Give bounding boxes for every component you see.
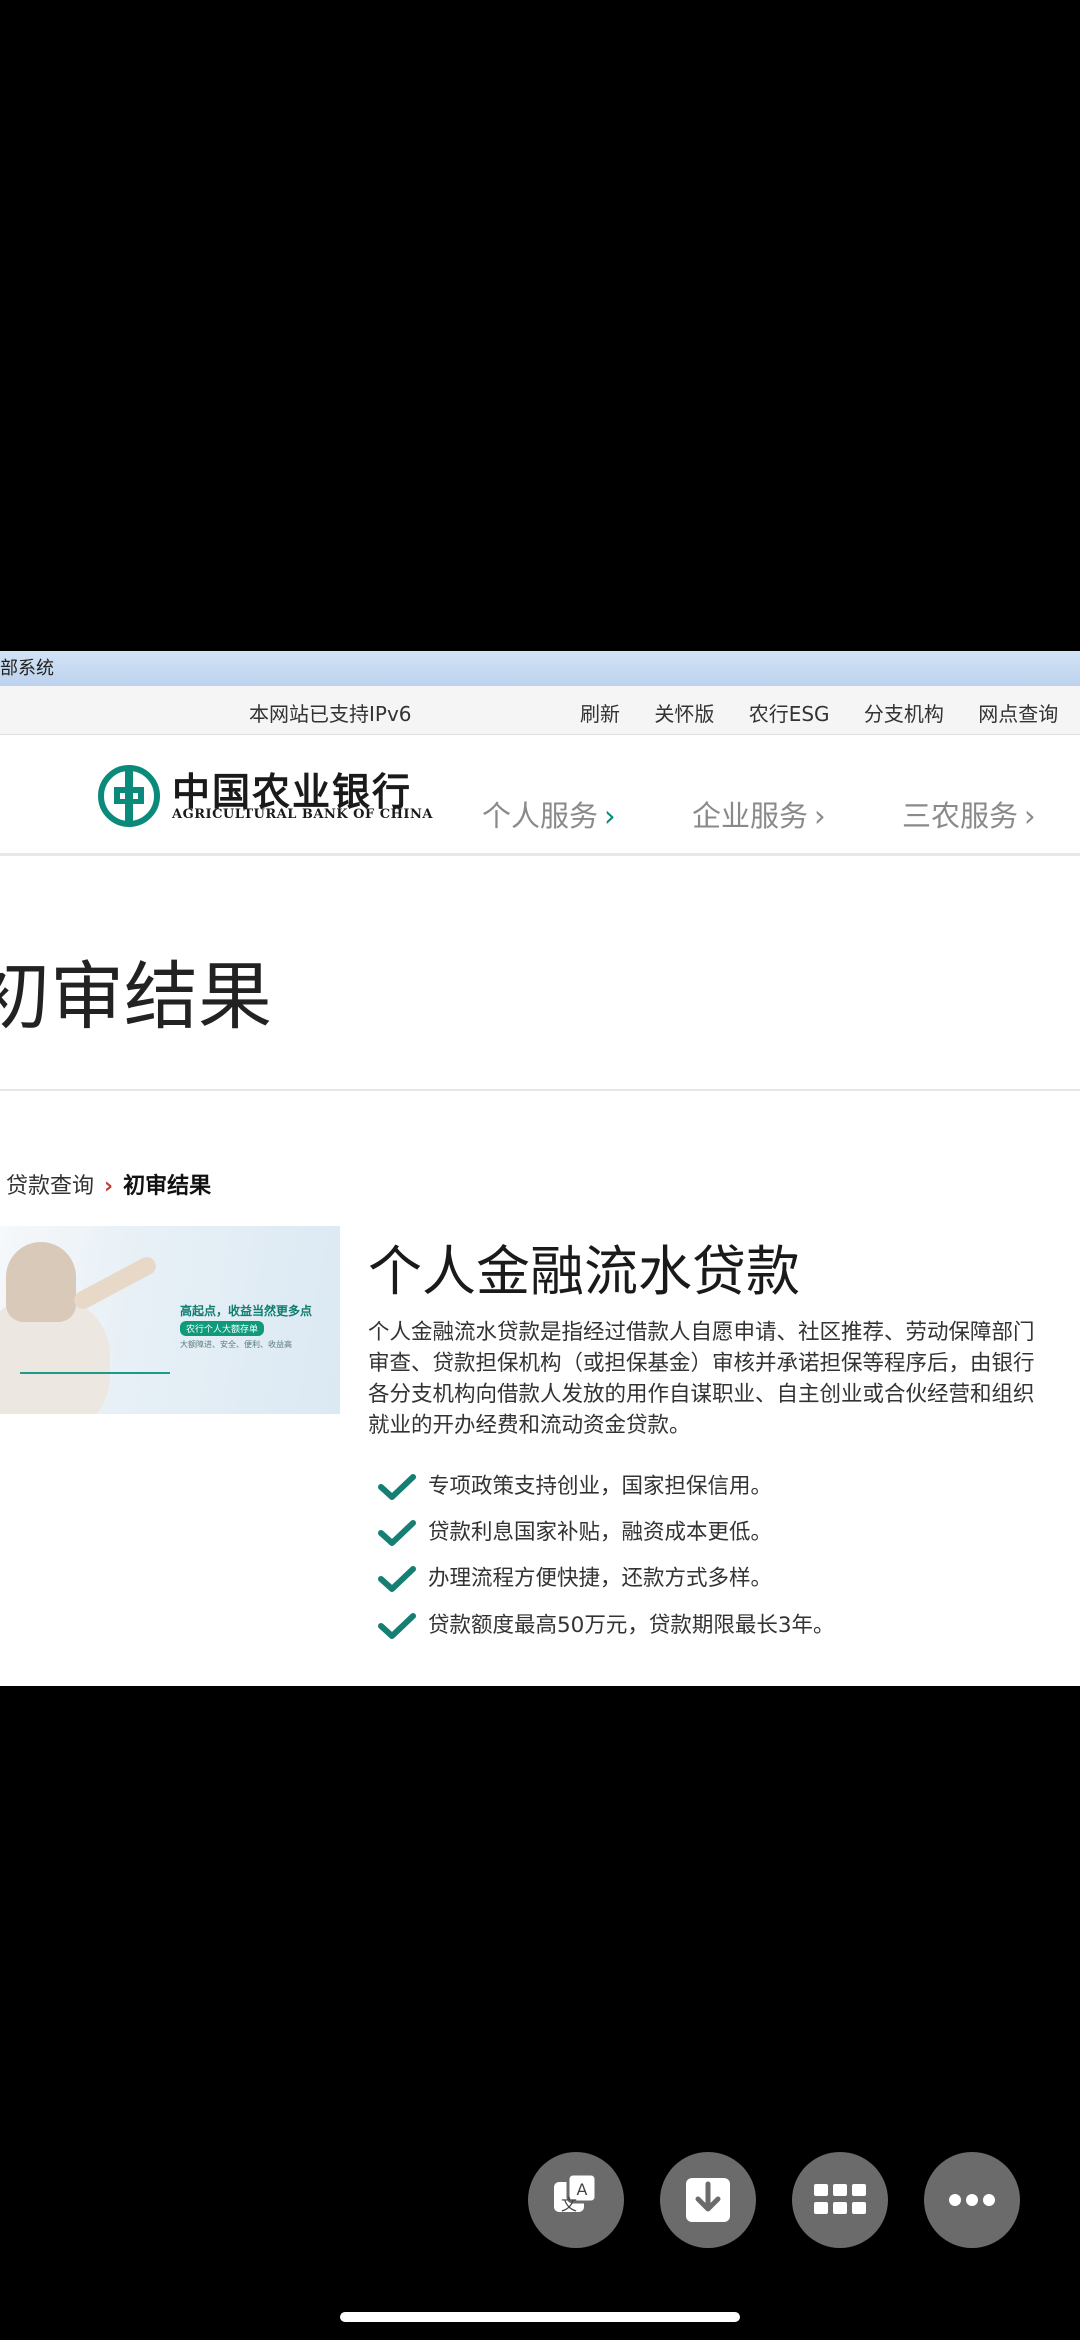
link-esg[interactable]: 农行ESG bbox=[749, 702, 830, 726]
download-icon bbox=[686, 2178, 730, 2222]
nav-agriculture-label: 三农服务 bbox=[902, 799, 1019, 833]
link-outlet-search[interactable]: 网点查询 bbox=[978, 702, 1058, 726]
more-button[interactable] bbox=[924, 2152, 1020, 2248]
link-branches[interactable]: 分支机构 bbox=[864, 702, 944, 726]
feature-text: 贷款利息国家补贴，融资成本更低。 bbox=[428, 1520, 773, 1545]
checkmark-icon bbox=[378, 1566, 416, 1592]
nav-personal-label: 个人服务 bbox=[482, 799, 599, 833]
apps-button[interactable] bbox=[792, 2152, 888, 2248]
feature-item: 专项政策支持创业，国家担保信用。 bbox=[378, 1469, 772, 1501]
description-line: 审查、贷款担保机构（或担保基金）审核并承诺担保等程序后，由银行 bbox=[368, 1351, 1035, 1376]
banner-caption: 大额障进、安全、便利、收益高 bbox=[180, 1340, 292, 1349]
chevron-right-icon: › bbox=[814, 799, 826, 833]
product-description: 个人金融流水贷款是指经过借款人自愿申请、社区推荐、劳动保障部门 审查、贷款担保机… bbox=[368, 1317, 1080, 1441]
checkmark-icon bbox=[378, 1520, 416, 1546]
top-links: 刷新 关怀版 农行ESG 分支机构 网点查询 在线 bbox=[580, 698, 1080, 727]
svg-text:A: A bbox=[577, 2180, 588, 2199]
feature-item: 贷款利息国家补贴，融资成本更低。 bbox=[378, 1515, 772, 1547]
translate-icon: A 文 bbox=[554, 2172, 598, 2214]
feature-item: 办理流程方便快捷，还款方式多样。 bbox=[378, 1561, 772, 1593]
ipv6-notice: 本网站已支持IPv6 bbox=[249, 702, 412, 726]
window-titlebar: 部系统 bbox=[0, 651, 1080, 686]
download-button[interactable] bbox=[660, 2152, 756, 2248]
feature-text: 办理流程方便快捷，还款方式多样。 bbox=[428, 1566, 773, 1591]
more-icon bbox=[949, 2194, 995, 2206]
feature-item: 贷款额度最高50万元，贷款期限最长3年。 bbox=[378, 1608, 835, 1640]
link-refresh[interactable]: 刷新 bbox=[580, 702, 620, 726]
checkmark-icon bbox=[378, 1474, 416, 1500]
grid-icon bbox=[814, 2184, 866, 2214]
description-line: 个人金融流水贷款是指经过借款人自愿申请、社区推荐、劳动保障部门 bbox=[368, 1320, 1035, 1345]
top-utility-bar: 本网站已支持IPv6 刷新 关怀版 农行ESG 分支机构 网点查询 在线 bbox=[0, 686, 1080, 735]
description-line: 各分支机构向借款人发放的用作自谋职业、自主创业或合伙经营和组织 bbox=[368, 1382, 1035, 1407]
breadcrumb-prev[interactable]: 贷款查询 bbox=[6, 1174, 94, 1199]
site-header: 中国农业银行 AGRICULTURAL BANK OF CHINA 个人服务 › … bbox=[0, 735, 1080, 856]
banner-line bbox=[20, 1372, 170, 1374]
chevron-right-icon: › bbox=[604, 799, 616, 833]
feature-text: 贷款额度最高50万元，贷款期限最长3年。 bbox=[428, 1613, 835, 1638]
home-indicator[interactable] bbox=[340, 2312, 740, 2322]
checkmark-icon bbox=[378, 1613, 416, 1639]
description-line: 就业的开办经费和流动资金贷款。 bbox=[368, 1413, 691, 1438]
banner-child-figure bbox=[6, 1242, 76, 1322]
webpage-screenshot: 部系统 本网站已支持IPv6 刷新 关怀版 农行ESG 分支机构 网点查询 在线… bbox=[0, 651, 1080, 1686]
nav-business[interactable]: 企业服务 › bbox=[692, 793, 826, 835]
product-title: 个人金融流水贷款 bbox=[368, 1240, 800, 1303]
brand-name-en: AGRICULTURAL BANK OF CHINA bbox=[172, 807, 433, 822]
feature-text: 专项政策支持创业，国家担保信用。 bbox=[428, 1474, 773, 1499]
promo-banner-image: 高起点，收益当然更多点 农行个人大额存单 大额障进、安全、便利、收益高 bbox=[0, 1226, 340, 1414]
banner-arm-figure bbox=[71, 1253, 159, 1313]
page-title: 初审结果 bbox=[0, 954, 272, 1040]
svg-text:文: 文 bbox=[561, 2195, 577, 2214]
window-title: 部系统 bbox=[0, 658, 54, 679]
banner-pill: 农行个人大额存单 bbox=[180, 1321, 265, 1336]
chevron-right-icon: › bbox=[1024, 799, 1036, 833]
nav-business-label: 企业服务 bbox=[692, 799, 809, 833]
breadcrumb-separator: › bbox=[104, 1174, 114, 1199]
nav-personal[interactable]: 个人服务 › bbox=[482, 793, 616, 835]
divider bbox=[0, 1089, 1080, 1091]
abc-logo-icon[interactable] bbox=[98, 765, 160, 827]
translate-button[interactable]: A 文 bbox=[528, 2152, 624, 2248]
link-care-mode[interactable]: 关怀版 bbox=[654, 702, 714, 726]
breadcrumb-current: 初审结果 bbox=[123, 1174, 212, 1199]
nav-agriculture[interactable]: 三农服务 › bbox=[902, 793, 1036, 835]
banner-headline: 高起点，收益当然更多点 bbox=[180, 1304, 313, 1318]
breadcrumb: 贷款查询 › 初审结果 bbox=[6, 1168, 211, 1200]
